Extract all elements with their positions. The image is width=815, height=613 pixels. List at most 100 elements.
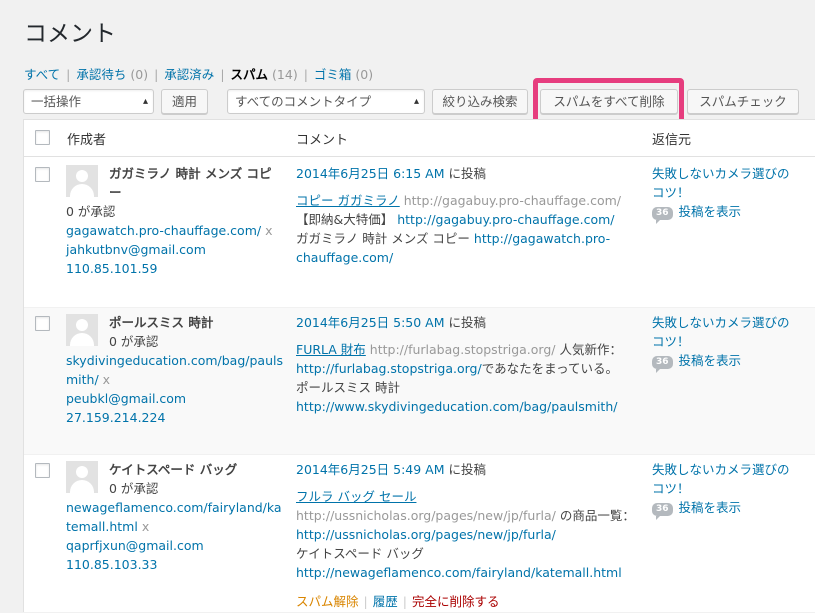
response-meta: 36 投稿を表示	[652, 498, 742, 520]
author-url[interactable]: gagawatch.pro-chauffage.com/	[66, 223, 261, 238]
row-checkbox[interactable]	[35, 316, 50, 331]
avatar	[66, 461, 98, 493]
response-post-link[interactable]: 失敗しないカメラ選びの コツ！	[652, 164, 790, 202]
author-email[interactable]: peubkl@gmail.com	[66, 391, 186, 406]
comment-date-link[interactable]: 2014年6月25日 6:15 AM	[296, 166, 445, 181]
response-title-line: 失敗しないカメラ選びの	[652, 462, 790, 477]
table-header: 作成者 コメント 返信元	[24, 120, 815, 157]
column-author: 作成者	[67, 133, 107, 148]
comment-link[interactable]: http://newageflamenco.com/fairyland/kate…	[296, 565, 622, 580]
comment-text: 人気新作：	[559, 342, 622, 357]
comment-link[interactable]: http://furlabag.stopstriga.org/	[296, 361, 482, 376]
comment-link[interactable]: フルラ バッグ セール	[296, 489, 416, 504]
remove-url-icon[interactable]: x	[103, 372, 110, 387]
comments-table: 作成者 コメント 返信元 ガガミラノ 時計 メンズ コピー 0 が承認 gaga…	[23, 119, 815, 612]
author-url-line: skydivingeducation.com/bag/pauls	[66, 351, 283, 370]
filter-all-link[interactable]: すべて	[24, 67, 60, 82]
not-spam-link[interactable]: スパム解除	[296, 594, 359, 609]
response-title-line: コツ！	[652, 481, 690, 496]
comment-link[interactable]: http://gagawatch.pro-	[474, 231, 610, 246]
comment-count-bubble[interactable]: 36	[652, 207, 673, 224]
row-actions: スパム解除 | 履歴 | 完全に削除する	[296, 594, 500, 609]
comment-date-link[interactable]: 2014年6月25日 5:49 AM	[296, 462, 445, 477]
comment-date-link[interactable]: 2014年6月25日 5:50 AM	[296, 315, 445, 330]
comment-link[interactable]: chauffage.com/	[296, 250, 393, 265]
comment-type-select[interactable]: すべてのコメントタイプ ▴▾	[227, 89, 425, 130]
remove-url-icon[interactable]: x	[265, 223, 272, 238]
comment-link[interactable]: http://gagabuy.pro-chauffage.com/	[397, 212, 614, 227]
comment-text-line: chauffage.com/	[296, 248, 393, 267]
filter-pending-link[interactable]: 承認待ち (0)	[76, 67, 148, 82]
comment-link[interactable]: FURLA 財布	[296, 342, 366, 357]
author-email-line: jahkutbnv@gmail.com	[66, 240, 206, 259]
author-url-line: gagawatch.pro-chauffage.com/ x	[66, 221, 272, 240]
remove-url-icon[interactable]: x	[142, 519, 149, 534]
comment-link[interactable]: コピー ガガミラノ	[296, 193, 400, 208]
filter-spam-count: (14)	[272, 67, 298, 82]
response-title-line: 失敗しないカメラ選びの	[652, 315, 790, 330]
response-title-line: 失敗しないカメラ選びの	[652, 166, 790, 181]
author-url[interactable]: temall.html	[66, 519, 138, 534]
check-spam-button[interactable]: スパムチェック	[687, 89, 799, 114]
filter-approved-link[interactable]: 承認済み	[164, 67, 214, 82]
response-post-link[interactable]: 失敗しないカメラ選びの コツ！	[652, 460, 790, 498]
filter-spam-link[interactable]: スパム (14)	[231, 67, 298, 82]
comment-text-line: http://www.skydivingeducation.com/bag/pa…	[296, 397, 617, 416]
comment-text: の商品一覧：	[559, 508, 635, 523]
table-row: ガガミラノ 時計 メンズ コピー 0 が承認 gagawatch.pro-cha…	[24, 157, 815, 307]
history-link[interactable]: 履歴	[373, 594, 398, 609]
delete-permanently-link[interactable]: 完全に削除する	[412, 594, 500, 609]
author-email-line: peubkl@gmail.com	[66, 389, 186, 408]
author-url[interactable]: mith/	[66, 372, 99, 387]
filter-trash-count: (0)	[355, 67, 374, 82]
author-url-line: mith/ x	[66, 370, 110, 389]
select-all-checkbox[interactable]	[35, 130, 50, 145]
response-title-line: コツ！	[652, 185, 690, 200]
avatar	[66, 314, 98, 346]
comment-text-line: ケイトスペード バッグ	[296, 544, 424, 563]
author-ip[interactable]: 110.85.101.59	[66, 261, 157, 276]
comment-text-line: ガガミラノ 時計 メンズ コピー http://gagawatch.pro-	[296, 229, 610, 248]
filter-button[interactable]: 絞り込み検索	[432, 89, 528, 114]
filter-pending-label: 承認待ち	[76, 67, 127, 82]
author-email[interactable]: qaprfjxun@gmail.com	[66, 538, 204, 553]
author-name-line: ー	[109, 185, 122, 200]
approved-count: 0 が承認	[66, 204, 116, 219]
filter-trash-link[interactable]: ゴミ箱 (0)	[314, 67, 373, 82]
submitted-on: 2014年6月25日 6:15 AM に投稿	[296, 164, 486, 183]
comment-text: ガガミラノ 時計 メンズ コピー	[296, 231, 470, 246]
comment-text-line: FURLA 財布 http://furlabag.stopstriga.org/…	[296, 340, 622, 359]
comment-link[interactable]: http://ussnicholas.org/pages/new/jp/furl…	[296, 527, 556, 542]
author-url[interactable]: skydivingeducation.com/bag/pauls	[66, 353, 283, 368]
submitted-suffix: に投稿	[448, 462, 487, 477]
author-ip-line: 110.85.101.59	[66, 259, 157, 278]
comment-text-line: ポールスミス 時計	[296, 378, 400, 397]
response-post-link[interactable]: 失敗しないカメラ選びの コツ！	[652, 313, 790, 351]
submitted-on: 2014年6月25日 5:50 AM に投稿	[296, 313, 486, 332]
comment-count-bubble[interactable]: 36	[652, 503, 673, 520]
comment-text-line: http://newageflamenco.com/fairyland/kate…	[296, 563, 622, 582]
row-checkbox[interactable]	[35, 463, 50, 478]
bulk-action-value: 一括操作	[31, 94, 82, 109]
comment-type-value: すべてのコメントタイプ	[235, 94, 372, 109]
apply-button[interactable]: 適用	[161, 89, 208, 114]
row-checkbox[interactable]	[35, 167, 50, 182]
view-post-link[interactable]: 投稿を表示	[679, 500, 742, 515]
author-name: ガガミラノ 時計 メンズ コピー	[109, 164, 272, 202]
view-post-link[interactable]: 投稿を表示	[679, 204, 742, 219]
submitted-suffix: に投稿	[448, 166, 487, 181]
author-email[interactable]: jahkutbnv@gmail.com	[66, 242, 206, 257]
comment-text: 【即納&大特価】	[296, 212, 394, 227]
author-name: ケイトスペード バッグ	[109, 462, 238, 477]
bulk-action-select[interactable]: 一括操作 ▴▾	[23, 89, 154, 130]
author-ip[interactable]: 27.159.214.224	[66, 410, 165, 425]
filter-trash-label: ゴミ箱	[313, 67, 352, 82]
comment-text-line: 【即納&大特価】 http://gagabuy.pro-chauffage.co…	[296, 210, 615, 229]
highlight-box	[533, 78, 684, 124]
author-ip[interactable]: 110.85.103.33	[66, 557, 157, 572]
author-url[interactable]: newageflamenco.com/fairyland/ka	[66, 500, 282, 515]
view-post-link[interactable]: 投稿を表示	[679, 353, 742, 368]
page-title: コメント	[24, 21, 116, 47]
comment-link[interactable]: http://www.skydivingeducation.com/bag/pa…	[296, 399, 617, 414]
comment-count-bubble[interactable]: 36	[652, 356, 673, 373]
